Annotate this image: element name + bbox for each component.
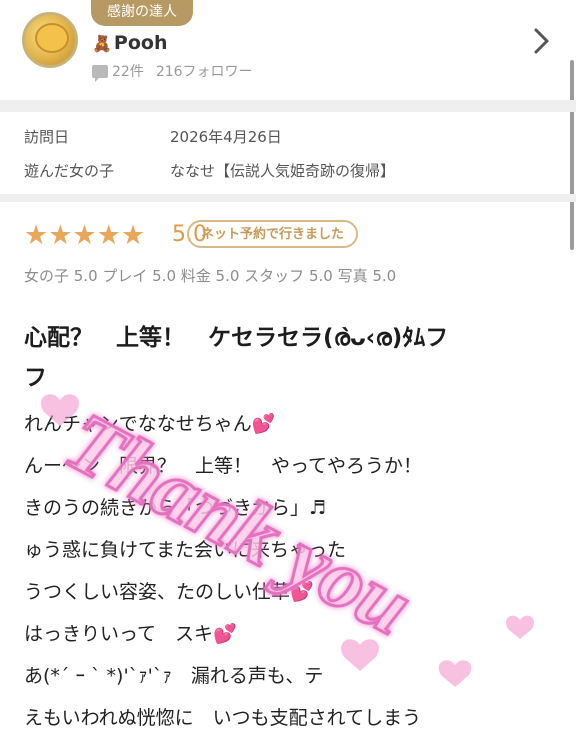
reviewer-stats: 22件 216フォロワー xyxy=(92,61,253,82)
review-title-line: 心配？ 上等！ ケセラセラ(ര̀ᴗ‹ര)ﾀﾑフ xyxy=(24,325,449,351)
review-line: ゅう惑に負けてまた会いに来ちゃった xyxy=(24,539,347,561)
chevron-right-icon[interactable] xyxy=(530,24,552,58)
pooh-avatar-image xyxy=(35,23,69,53)
review-line: うつくしい容姿、たのしい仕草💕 xyxy=(24,581,314,603)
visit-date-value: 2026年4月26日 xyxy=(170,128,282,146)
heart-icon: 💕 xyxy=(251,413,276,435)
star-rating: ★★★★★ xyxy=(24,220,146,251)
review-line: きのうの続きから「つづきから」♬ xyxy=(24,497,327,519)
review-line: えもいわれぬ恍惚に いつも支配されてしまう xyxy=(24,707,422,729)
comment-icon xyxy=(92,65,108,82)
section-divider xyxy=(0,100,576,112)
review-line: あ(*´ ｰ ` *)'`ｧ'`ｧ 漏れる声も、テ xyxy=(24,665,324,687)
visit-info: 訪問日 2026年4月26日 遊んだ女の子 ななせ【伝説人気姫奇跡の復帰】 xyxy=(0,112,576,194)
reviewer-profile[interactable]: 感謝の達人 🧸 Pooh 22件 216フォロワー xyxy=(0,0,576,100)
review-body: れんチャンでななせちゃん💕 んー〜ン 限界？ 上等！ やってやろうか！ きのうの… xyxy=(24,408,564,744)
net-booking-badge: ネット予約で行きました xyxy=(187,220,359,248)
review-title-line: フ xyxy=(24,365,47,391)
bear-emoji-icon: 🧸 xyxy=(92,34,112,53)
visit-date-label: 訪問日 xyxy=(24,128,70,146)
girl-value[interactable]: ななせ【伝説人気姫奇跡の復帰】 xyxy=(170,160,395,181)
avatar[interactable] xyxy=(22,12,78,68)
reviewer-name-row[interactable]: 🧸 Pooh xyxy=(92,32,167,54)
follower-count: 216フォロワー xyxy=(155,64,253,80)
review-line: はっきりいって スキ💕 xyxy=(24,623,237,645)
heart-icon: 💕 xyxy=(290,581,314,603)
review-line: れんチャンでななせちゃん💕 xyxy=(24,413,276,435)
heart-icon: 💕 xyxy=(213,623,237,645)
title-badge: 感謝の達人 xyxy=(91,0,193,26)
review-count: 22件 xyxy=(112,64,144,80)
reviewer-name: Pooh xyxy=(113,32,168,54)
section-divider xyxy=(0,194,576,202)
review-line: んー〜ン 限界？ 上等！ やってやろうか！ xyxy=(24,455,423,477)
girl-label: 遊んだ女の子 xyxy=(24,162,115,180)
sub-scores: 女の子 5.0 プレイ 5.0 料金 5.0 スタッフ 5.0 写真 5.0 xyxy=(24,267,397,285)
review-title: 心配？ 上等！ ケセラセラ(ര̀ᴗ‹ര)ﾀﾑフ フ xyxy=(24,318,576,398)
